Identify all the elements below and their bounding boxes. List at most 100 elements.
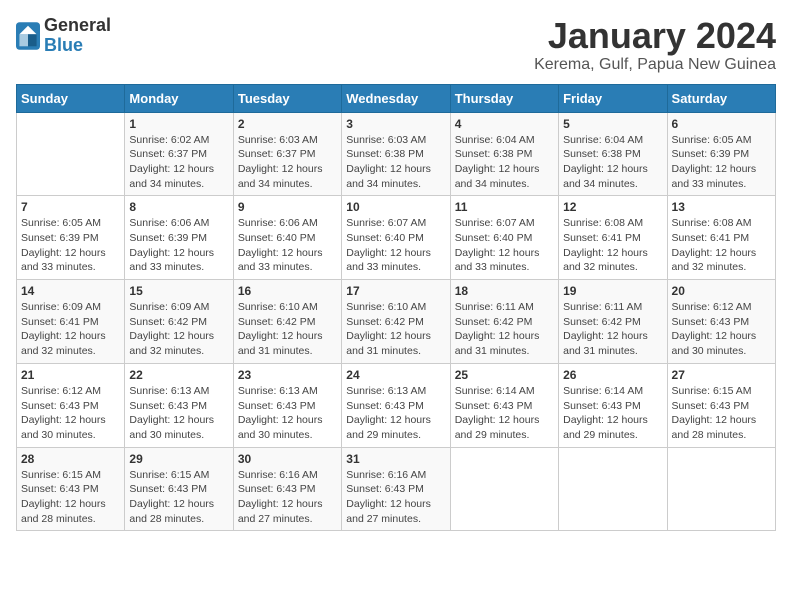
weekday-header: Sunday — [17, 84, 125, 112]
calendar-week-row: 14Sunrise: 6:09 AM Sunset: 6:41 PM Dayli… — [17, 280, 776, 364]
day-number: 27 — [672, 368, 771, 382]
calendar-cell: 20 Sunrise: 6:12 AM Sunset: 6:43 PM Dayli… — [667, 280, 775, 364]
day-number: 22 — [129, 368, 228, 382]
calendar-cell: 12Sunrise: 6:08 AM Sunset: 6:41 PM Dayli… — [559, 196, 667, 280]
calendar-cell: 3Sunrise: 6:03 AM Sunset: 6:38 PM Daylig… — [342, 112, 450, 196]
calendar-cell — [559, 447, 667, 531]
day-info: Sunrise: 6:02 AM Sunset: 6:37 PM Dayligh… — [129, 133, 228, 192]
calendar-cell: 26Sunrise: 6:14 AM Sunset: 6:43 PM Dayli… — [559, 363, 667, 447]
day-info: Sunrise: 6:03 AM Sunset: 6:38 PM Dayligh… — [346, 133, 445, 192]
calendar-cell: 18Sunrise: 6:11 AM Sunset: 6:42 PM Dayli… — [450, 280, 558, 364]
day-number: 18 — [455, 284, 554, 298]
day-info: Sunrise: 6:04 AM Sunset: 6:38 PM Dayligh… — [563, 133, 662, 192]
weekdays-row: SundayMondayTuesdayWednesdayThursdayFrid… — [17, 84, 776, 112]
calendar-week-row: 7 Sunrise: 6:05 AM Sunset: 6:39 PM Daylig… — [17, 196, 776, 280]
calendar-cell: 5 Sunrise: 6:04 AM Sunset: 6:38 PM Daylig… — [559, 112, 667, 196]
calendar-cell: 9 Sunrise: 6:06 AM Sunset: 6:40 PM Daylig… — [233, 196, 341, 280]
day-number: 28 — [21, 452, 120, 466]
logo-text: General Blue — [44, 16, 111, 56]
calendar-cell: 28 Sunrise: 6:15 AM Sunset: 6:43 PM Dayli… — [17, 447, 125, 531]
day-info: Sunrise: 6:07 AM Sunset: 6:40 PM Dayligh… — [346, 216, 445, 275]
day-number: 20 — [672, 284, 771, 298]
calendar-cell — [450, 447, 558, 531]
day-number: 15 — [129, 284, 228, 298]
day-number: 8 — [129, 200, 228, 214]
day-info: Sunrise: 6:14 AM Sunset: 6:43 PM Dayligh… — [563, 384, 662, 443]
calendar-cell: 29 Sunrise: 6:15 AM Sunset: 6:43 PM Dayli… — [125, 447, 233, 531]
day-info: Sunrise: 6:12 AM Sunset: 6:43 PM Dayligh… — [21, 384, 120, 443]
weekday-header: Saturday — [667, 84, 775, 112]
day-info: Sunrise: 6:13 AM Sunset: 6:43 PM Dayligh… — [346, 384, 445, 443]
calendar-cell: 25 Sunrise: 6:14 AM Sunset: 6:43 PM Dayli… — [450, 363, 558, 447]
page-header: General Blue January 2024 Kerema, Gulf, … — [16, 16, 776, 74]
day-info: Sunrise: 6:07 AM Sunset: 6:40 PM Dayligh… — [455, 216, 554, 275]
day-info: Sunrise: 6:16 AM Sunset: 6:43 PM Dayligh… — [238, 468, 337, 527]
calendar-cell: 1 Sunrise: 6:02 AM Sunset: 6:37 PM Daylig… — [125, 112, 233, 196]
title-area: January 2024 Kerema, Gulf, Papua New Gui… — [534, 16, 776, 74]
calendar-cell: 8 Sunrise: 6:06 AM Sunset: 6:39 PM Daylig… — [125, 196, 233, 280]
calendar-week-row: 1 Sunrise: 6:02 AM Sunset: 6:37 PM Daylig… — [17, 112, 776, 196]
weekday-header: Monday — [125, 84, 233, 112]
day-number: 10 — [346, 200, 445, 214]
day-number: 25 — [455, 368, 554, 382]
day-info: Sunrise: 6:09 AM Sunset: 6:41 PM Dayligh… — [21, 300, 120, 359]
day-number: 1 — [129, 117, 228, 131]
day-number: 11 — [455, 200, 554, 214]
calendar-cell: 7 Sunrise: 6:05 AM Sunset: 6:39 PM Daylig… — [17, 196, 125, 280]
day-info: Sunrise: 6:11 AM Sunset: 6:42 PM Dayligh… — [563, 300, 662, 359]
day-info: Sunrise: 6:15 AM Sunset: 6:43 PM Dayligh… — [672, 384, 771, 443]
calendar-cell: 4 Sunrise: 6:04 AM Sunset: 6:38 PM Daylig… — [450, 112, 558, 196]
day-number: 13 — [672, 200, 771, 214]
day-info: Sunrise: 6:15 AM Sunset: 6:43 PM Dayligh… — [21, 468, 120, 527]
day-info: Sunrise: 6:10 AM Sunset: 6:42 PM Dayligh… — [346, 300, 445, 359]
month-title: January 2024 — [534, 16, 776, 56]
calendar-cell: 11 Sunrise: 6:07 AM Sunset: 6:40 PM Dayli… — [450, 196, 558, 280]
day-info: Sunrise: 6:08 AM Sunset: 6:41 PM Dayligh… — [672, 216, 771, 275]
calendar-cell: 6Sunrise: 6:05 AM Sunset: 6:39 PM Daylig… — [667, 112, 775, 196]
weekday-header: Wednesday — [342, 84, 450, 112]
logo: General Blue — [16, 16, 111, 56]
calendar-cell: 17 Sunrise: 6:10 AM Sunset: 6:42 PM Dayli… — [342, 280, 450, 364]
calendar-cell: 27 Sunrise: 6:15 AM Sunset: 6:43 PM Dayli… — [667, 363, 775, 447]
day-info: Sunrise: 6:12 AM Sunset: 6:43 PM Dayligh… — [672, 300, 771, 359]
day-number: 2 — [238, 117, 337, 131]
day-info: Sunrise: 6:16 AM Sunset: 6:43 PM Dayligh… — [346, 468, 445, 527]
day-info: Sunrise: 6:04 AM Sunset: 6:38 PM Dayligh… — [455, 133, 554, 192]
day-number: 6 — [672, 117, 771, 131]
day-number: 4 — [455, 117, 554, 131]
day-number: 9 — [238, 200, 337, 214]
day-number: 31 — [346, 452, 445, 466]
calendar-body: 1 Sunrise: 6:02 AM Sunset: 6:37 PM Daylig… — [17, 112, 776, 531]
day-info: Sunrise: 6:09 AM Sunset: 6:42 PM Dayligh… — [129, 300, 228, 359]
calendar-cell: 31 Sunrise: 6:16 AM Sunset: 6:43 PM Dayli… — [342, 447, 450, 531]
calendar-cell: 30Sunrise: 6:16 AM Sunset: 6:43 PM Dayli… — [233, 447, 341, 531]
calendar-week-row: 28 Sunrise: 6:15 AM Sunset: 6:43 PM Dayli… — [17, 447, 776, 531]
day-number: 21 — [21, 368, 120, 382]
day-number: 17 — [346, 284, 445, 298]
day-info: Sunrise: 6:05 AM Sunset: 6:39 PM Dayligh… — [21, 216, 120, 275]
location-title: Kerema, Gulf, Papua New Guinea — [534, 56, 776, 74]
weekday-header: Tuesday — [233, 84, 341, 112]
day-number: 5 — [563, 117, 662, 131]
day-info: Sunrise: 6:06 AM Sunset: 6:40 PM Dayligh… — [238, 216, 337, 275]
weekday-header: Thursday — [450, 84, 558, 112]
day-number: 7 — [21, 200, 120, 214]
calendar-cell: 14Sunrise: 6:09 AM Sunset: 6:41 PM Dayli… — [17, 280, 125, 364]
day-info: Sunrise: 6:13 AM Sunset: 6:43 PM Dayligh… — [238, 384, 337, 443]
day-info: Sunrise: 6:06 AM Sunset: 6:39 PM Dayligh… — [129, 216, 228, 275]
calendar-cell: 16Sunrise: 6:10 AM Sunset: 6:42 PM Dayli… — [233, 280, 341, 364]
day-info: Sunrise: 6:14 AM Sunset: 6:43 PM Dayligh… — [455, 384, 554, 443]
day-number: 24 — [346, 368, 445, 382]
calendar-cell: 19Sunrise: 6:11 AM Sunset: 6:42 PM Dayli… — [559, 280, 667, 364]
calendar-cell: 22Sunrise: 6:13 AM Sunset: 6:43 PM Dayli… — [125, 363, 233, 447]
day-info: Sunrise: 6:08 AM Sunset: 6:41 PM Dayligh… — [563, 216, 662, 275]
day-number: 16 — [238, 284, 337, 298]
logo-icon — [16, 22, 40, 50]
calendar-cell: 21 Sunrise: 6:12 AM Sunset: 6:43 PM Dayli… — [17, 363, 125, 447]
calendar-cell — [17, 112, 125, 196]
day-number: 29 — [129, 452, 228, 466]
day-info: Sunrise: 6:15 AM Sunset: 6:43 PM Dayligh… — [129, 468, 228, 527]
calendar-week-row: 21 Sunrise: 6:12 AM Sunset: 6:43 PM Dayli… — [17, 363, 776, 447]
weekday-header: Friday — [559, 84, 667, 112]
calendar-cell: 24 Sunrise: 6:13 AM Sunset: 6:43 PM Dayli… — [342, 363, 450, 447]
